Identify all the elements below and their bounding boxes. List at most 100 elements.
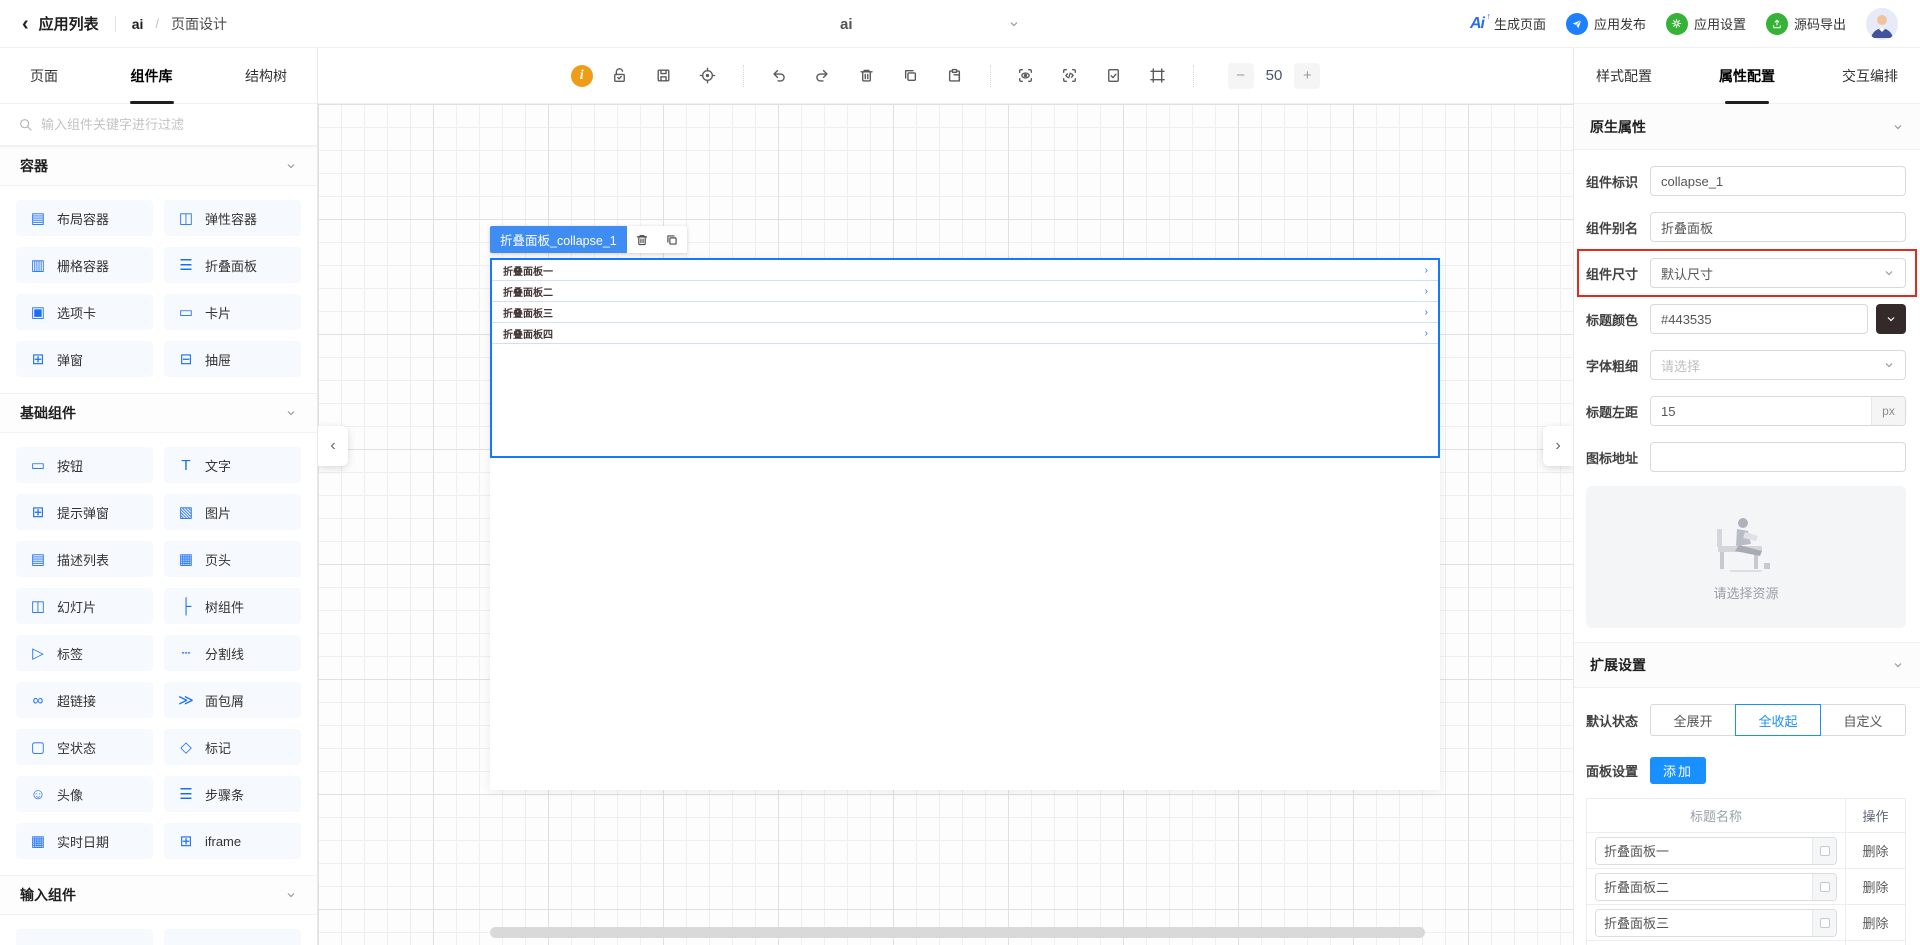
tab-property-config[interactable]: 属性配置 xyxy=(1719,48,1775,104)
app-publish-button[interactable]: 应用发布 xyxy=(1565,12,1646,35)
redo-icon[interactable] xyxy=(806,59,840,93)
tab-interaction-config[interactable]: 交互编排 xyxy=(1842,48,1898,104)
add-panel-button[interactable]: 添加 xyxy=(1650,756,1707,784)
option-collapse-all[interactable]: 全收起 xyxy=(1735,704,1821,736)
page-select[interactable]: ai xyxy=(840,0,1020,48)
horizontal-scrollbar[interactable] xyxy=(490,927,1425,938)
frame-icon[interactable] xyxy=(1141,59,1175,93)
panel-title-input[interactable] xyxy=(1596,909,1812,936)
collapse-panel-header[interactable]: 折叠面板四 › xyxy=(492,323,1438,344)
generate-page-button[interactable]: Ai 生成页面 xyxy=(1470,11,1546,33)
zoom-out-button[interactable]: − xyxy=(1227,62,1254,89)
info-icon[interactable]: i xyxy=(570,64,593,87)
component-item-live-date[interactable]: ▦ 实时日期 xyxy=(16,823,153,859)
panel-title-input[interactable] xyxy=(1596,837,1812,864)
locate-icon[interactable] xyxy=(691,59,725,93)
back-chevron-icon[interactable]: ‹ xyxy=(22,14,29,34)
component-item-layout-container[interactable]: ▤ 布局容器 xyxy=(16,200,153,236)
component-item-iframe[interactable]: ⊞ iframe xyxy=(164,823,301,859)
collapse-panel-header[interactable]: 折叠面板一 › xyxy=(492,260,1438,281)
option-custom[interactable]: 自定义 xyxy=(1820,704,1906,736)
collapse-right-panel-toggle[interactable]: › xyxy=(1543,426,1573,466)
collapse-component[interactable]: 折叠面板一 › 折叠面板二 › 折叠面板三 › 折叠面板四 › xyxy=(490,258,1440,458)
unlock-icon[interactable] xyxy=(603,59,637,93)
page-check-icon[interactable] xyxy=(1097,59,1131,93)
collapse-panel-header[interactable]: 折叠面板三 › xyxy=(492,302,1438,323)
section-header-native-props[interactable]: 原生属性 xyxy=(1574,104,1920,150)
component-item-tabs[interactable]: ▣ 选项卡 xyxy=(16,294,153,330)
canvas-grid[interactable]: 折叠面板一 › 折叠面板二 › 折叠面板三 › 折叠面板四 › 折叠面板_col… xyxy=(318,104,1573,945)
component-item-alert[interactable]: ⊞ 提示弹窗 xyxy=(16,494,153,530)
tab-structure-tree[interactable]: 结构树 xyxy=(245,48,287,104)
copy-icon[interactable] xyxy=(894,59,928,93)
tab-component-library[interactable]: 组件库 xyxy=(131,48,173,104)
back-to-app-list[interactable]: 应用列表 xyxy=(39,13,99,34)
panel-title-suffix[interactable] xyxy=(1812,837,1836,864)
component-item-grid-container[interactable]: ▥ 栅格容器 xyxy=(16,247,153,283)
source-export-button[interactable]: 源码导出 xyxy=(1765,12,1846,35)
tab-pages[interactable]: 页面 xyxy=(30,48,58,104)
drawer-icon: ⊟ xyxy=(179,351,193,368)
font-weight-select[interactable]: 请选择 xyxy=(1650,350,1906,380)
tab-style-config[interactable]: 样式配置 xyxy=(1596,48,1652,104)
section-header-extend-settings[interactable]: 扩展设置 xyxy=(1574,642,1920,688)
source-code-icon[interactable] xyxy=(1053,59,1087,93)
collapse-panel-header[interactable]: 折叠面板二 › xyxy=(492,281,1438,302)
zoom-in-button[interactable]: + xyxy=(1294,62,1321,89)
app-settings-button[interactable]: 应用设置 xyxy=(1665,12,1746,35)
delete-row-button[interactable]: 删除 xyxy=(1862,913,1888,932)
section-header-containers[interactable]: 容器 xyxy=(0,146,317,186)
component-item-steps[interactable]: ☰ 步骤条 xyxy=(164,776,301,812)
component-item-divider[interactable]: ┄ 分割线 xyxy=(164,635,301,671)
delete-row-button[interactable]: 删除 xyxy=(1862,877,1888,896)
component-item-drawer[interactable]: ⊟ 抽屉 xyxy=(164,341,301,377)
component-item-button[interactable]: ▭ 按钮 xyxy=(16,447,153,483)
option-expand-all[interactable]: 全展开 xyxy=(1650,704,1736,736)
resource-picker[interactable]: 请选择资源 xyxy=(1586,486,1906,628)
collapse-panel-icon: ☰ xyxy=(179,257,193,274)
component-item-text[interactable]: T 文字 xyxy=(164,447,301,483)
component-id-input[interactable] xyxy=(1650,166,1906,196)
user-avatar[interactable] xyxy=(1866,7,1898,40)
component-item-hyperlink[interactable]: ∞ 超链接 xyxy=(16,682,153,718)
component-item-partial[interactable] xyxy=(164,929,301,945)
component-item-badge[interactable]: ◇ 标记 xyxy=(164,729,301,765)
delete-row-button[interactable]: 删除 xyxy=(1862,841,1888,860)
delete-icon[interactable] xyxy=(850,59,884,93)
component-item-card[interactable]: ▭ 卡片 xyxy=(164,294,301,330)
component-item-empty-state[interactable]: ▢ 空状态 xyxy=(16,729,153,765)
undo-icon[interactable] xyxy=(762,59,796,93)
icon-url-input[interactable] xyxy=(1650,442,1906,472)
component-item-modal[interactable]: ⊞ 弹窗 xyxy=(16,341,153,377)
component-item-partial[interactable] xyxy=(16,929,153,945)
zoom-value: 50 xyxy=(1265,67,1283,84)
panel-title-suffix[interactable] xyxy=(1812,873,1836,900)
component-item-tree[interactable]: ├ 树组件 xyxy=(164,588,301,624)
component-size-select[interactable]: 默认尺寸 xyxy=(1650,258,1906,288)
component-item-breadcrumb[interactable]: ≫ 面包屑 xyxy=(164,682,301,718)
collapse-left-panel-toggle[interactable]: ‹ xyxy=(318,426,348,466)
component-item-page-header[interactable]: ▦ 页头 xyxy=(164,541,301,577)
breadcrumb-app-name[interactable]: ai xyxy=(132,16,144,32)
paste-icon[interactable] xyxy=(938,59,972,93)
title-color-input[interactable] xyxy=(1650,304,1868,334)
section-header-input[interactable]: 输入组件 xyxy=(0,875,317,915)
delete-component-icon[interactable] xyxy=(627,226,657,253)
search-input[interactable] xyxy=(41,117,299,132)
color-swatch-button[interactable] xyxy=(1876,304,1906,334)
section-header-basic[interactable]: 基础组件 xyxy=(0,393,317,433)
copy-component-icon[interactable] xyxy=(657,226,687,253)
title-left-input[interactable] xyxy=(1651,397,1871,425)
preview-icon[interactable] xyxy=(1009,59,1043,93)
panel-title-input[interactable] xyxy=(1596,873,1812,900)
save-icon[interactable] xyxy=(647,59,681,93)
component-item-carousel[interactable]: ◫ 幻灯片 xyxy=(16,588,153,624)
panel-title-suffix[interactable] xyxy=(1812,909,1836,936)
component-item-flex-container[interactable]: ◫ 弹性容器 xyxy=(164,200,301,236)
component-item-avatar[interactable]: ☺ 头像 xyxy=(16,776,153,812)
component-item-tag[interactable]: ▷ 标签 xyxy=(16,635,153,671)
component-item-collapse-panel[interactable]: ☰ 折叠面板 xyxy=(164,247,301,283)
component-item-desc-list[interactable]: ▤ 描述列表 xyxy=(16,541,153,577)
component-alias-input[interactable] xyxy=(1650,212,1906,242)
component-item-image[interactable]: ▧ 图片 xyxy=(164,494,301,530)
